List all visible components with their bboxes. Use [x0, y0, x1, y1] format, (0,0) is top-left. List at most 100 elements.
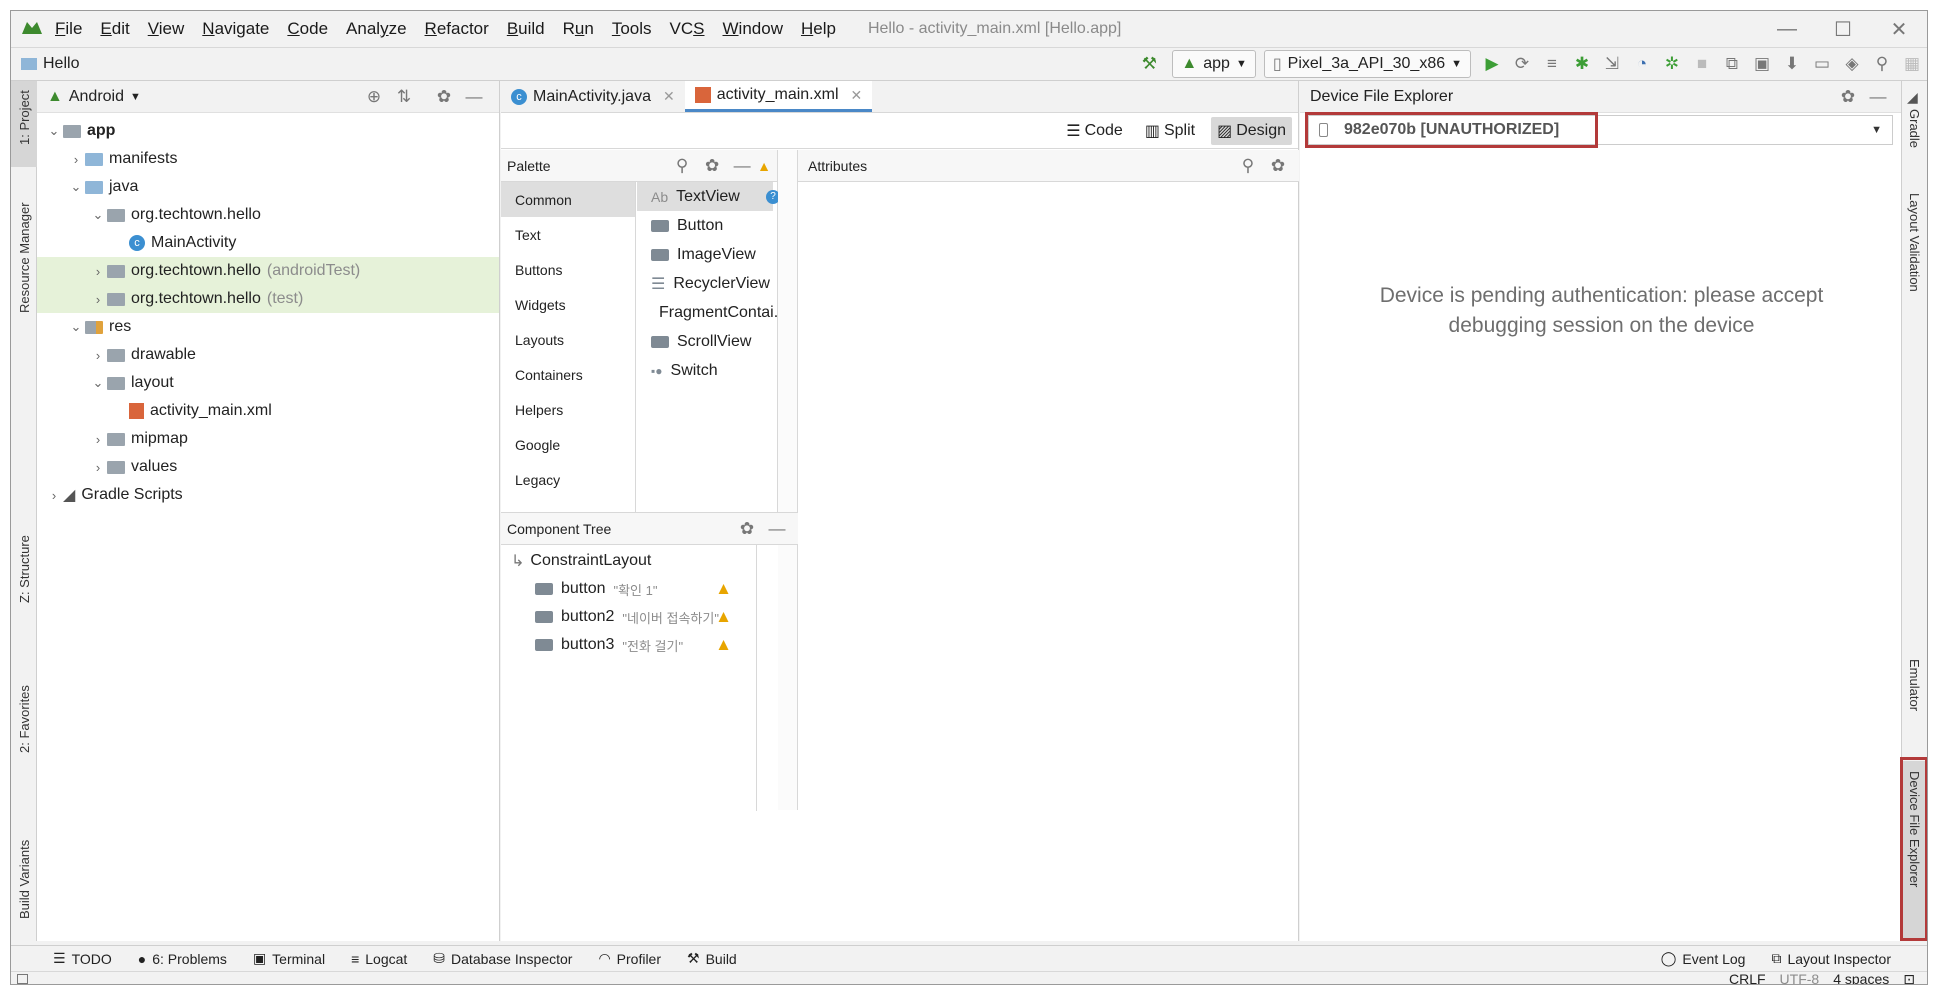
chevron-down-icon[interactable]: ⌄ [89, 207, 107, 223]
chevron-right-icon[interactable]: › [89, 264, 107, 279]
event-log-tab[interactable]: ◯ Event Log [1661, 950, 1746, 967]
file-encoding[interactable]: UTF-8 [1780, 971, 1820, 984]
view-mode-selector[interactable]: Android [69, 88, 124, 106]
tree-node[interactable]: › drawable [37, 341, 499, 369]
lock-icon[interactable]: ⊡ [1903, 971, 1915, 985]
menu-navigate[interactable]: Navigate [202, 19, 269, 39]
select-opened-file-icon[interactable]: ⊕ [363, 86, 385, 108]
stop-icon[interactable]: ■ [1691, 53, 1713, 75]
chevron-right-icon[interactable]: › [67, 152, 85, 167]
account-icon[interactable]: ▦ [1901, 53, 1923, 75]
palette-category[interactable]: Buttons [501, 252, 635, 287]
search-icon[interactable]: ⚲ [1871, 53, 1893, 75]
apply-changes-icon[interactable]: ⟳ [1511, 53, 1533, 75]
sync-gradle-icon[interactable]: ⧉ [1721, 53, 1743, 75]
maximize-button[interactable]: ☐ [1815, 11, 1871, 47]
chevron-down-icon[interactable]: ⌄ [45, 123, 63, 139]
component-item[interactable]: button2 "네이버 접속하기" ▲ [501, 603, 756, 631]
menu-code[interactable]: Code [287, 19, 328, 39]
indent-setting[interactable]: 4 spaces [1833, 971, 1889, 984]
palette-widget[interactable]: ScrollView [637, 327, 773, 356]
tab-main-activity[interactable]: c MainActivity.java ✕ [501, 81, 685, 112]
design-mode-button[interactable]: ▨ Design [1211, 116, 1292, 145]
run-icon[interactable]: ▶ [1481, 53, 1503, 75]
layout-validation-tab[interactable]: Layout Validation [1907, 193, 1922, 292]
menu-tools[interactable]: Tools [612, 19, 652, 39]
profile-icon[interactable]: ◔ [1631, 53, 1653, 75]
palette-category[interactable]: Google [501, 427, 635, 462]
chevron-right-icon[interactable]: › [89, 432, 107, 447]
resource-manager-tab[interactable]: Resource Manager [17, 202, 32, 313]
tree-node[interactable]: ⌄ layout [37, 369, 499, 397]
component-item[interactable]: button3 "전화 걸기" ▲ [501, 631, 756, 659]
emulator-tab[interactable]: Emulator [1907, 659, 1922, 711]
database-inspector-tab[interactable]: ⛁ Database Inspector [433, 950, 572, 967]
problems-tab[interactable]: ● 6: Problems [138, 951, 227, 967]
chevron-right-icon[interactable]: › [89, 460, 107, 475]
tree-node[interactable]: ⌄ org.techtown.hello [37, 201, 499, 229]
make-project-hammer-icon[interactable]: ⚒ [1138, 53, 1160, 75]
palette-widget[interactable]: Button [637, 211, 773, 240]
close-tab-icon[interactable]: ✕ [851, 87, 863, 104]
device-manager-icon[interactable]: ▭ [1811, 53, 1833, 75]
run-config-selector[interactable]: ▲ app ▼ [1172, 50, 1256, 78]
tool-windows-toggle-icon[interactable] [17, 974, 28, 984]
todo-tab[interactable]: ☰ TODO [53, 950, 112, 967]
gear-icon[interactable]: ✿ [1837, 86, 1859, 108]
chevron-right-icon[interactable]: › [89, 292, 107, 307]
chevron-down-icon[interactable]: ⌄ [89, 375, 107, 391]
menu-file[interactable]: File [55, 19, 82, 39]
profiler-tab[interactable]: ◠ Profiler [598, 950, 661, 967]
gradle-tab[interactable]: Gradle [1907, 109, 1922, 148]
split-mode-button[interactable]: ▥ Split [1139, 117, 1201, 145]
hide-panel-icon[interactable]: — [766, 518, 788, 540]
warning-icon[interactable]: ▲ [715, 635, 732, 655]
tree-node[interactable]: activity_main.xml [37, 397, 499, 425]
tree-node[interactable]: ⌄ java [37, 173, 499, 201]
sdk-manager-icon[interactable]: ⬇ [1781, 53, 1803, 75]
close-window-button[interactable]: ✕ [1871, 11, 1927, 47]
gear-icon[interactable]: ✿ [736, 518, 758, 540]
palette-category[interactable]: Layouts [501, 322, 635, 357]
menu-edit[interactable]: Edit [100, 19, 129, 39]
palette-widget[interactable]: ▪● Switch [637, 356, 773, 385]
tree-node[interactable]: › org.techtown.hello (test) [37, 285, 499, 313]
avd-manager-icon[interactable]: ▣ [1751, 53, 1773, 75]
menu-refactor[interactable]: Refactor [425, 19, 489, 39]
warning-icon[interactable]: ▲ [715, 607, 732, 627]
gear-icon[interactable]: ✿ [1267, 155, 1289, 177]
menu-build[interactable]: Build [507, 19, 545, 39]
hide-panel-icon[interactable]: — [1867, 86, 1889, 108]
chevron-right-icon[interactable]: › [45, 488, 63, 503]
menu-vcs[interactable]: VCS [670, 19, 705, 39]
hide-panel-icon[interactable]: — [731, 155, 753, 177]
palette-widget[interactable]: ☰ RecyclerView [637, 269, 773, 298]
chevron-down-icon[interactable]: ⌄ [67, 179, 85, 195]
tree-node[interactable]: › org.techtown.hello (androidTest) [37, 257, 499, 285]
hide-panel-icon[interactable]: — [463, 86, 485, 108]
line-separator[interactable]: CRLF [1729, 971, 1766, 984]
minimize-button[interactable]: — [1759, 11, 1815, 47]
palette-category[interactable]: Widgets [501, 287, 635, 322]
tree-node[interactable]: › values [37, 453, 499, 481]
search-icon[interactable]: ⚲ [671, 155, 693, 177]
build-tab[interactable]: ⚒ Build [687, 950, 737, 967]
tree-node[interactable]: › ◢ Gradle Scripts [37, 481, 499, 509]
palette-widget[interactable]: Ab TextView [637, 182, 773, 211]
palette-category[interactable]: Text [501, 217, 635, 252]
tree-node[interactable]: › manifests [37, 145, 499, 173]
menu-analyze[interactable]: Analyze [346, 19, 407, 39]
menu-run[interactable]: Run [563, 19, 594, 39]
layout-inspector-tab[interactable]: ⧉ Layout Inspector [1771, 950, 1891, 967]
project-tool-label[interactable]: 1: Project [17, 90, 32, 145]
palette-category[interactable]: Legacy [501, 462, 635, 497]
terminal-tab[interactable]: ▣ Terminal [253, 950, 325, 967]
collapse-all-icon[interactable]: ⇅ [393, 86, 415, 108]
palette-category[interactable]: Common [501, 182, 635, 217]
device-selector[interactable]: ▯ Pixel_3a_API_30_x86 ▼ [1263, 50, 1471, 78]
tree-node[interactable]: ⌄ res [37, 313, 499, 341]
gear-icon[interactable]: ✿ [701, 155, 723, 177]
debug-icon[interactable]: ✱ [1571, 53, 1593, 75]
run-with-coverage-icon[interactable]: ✲ [1661, 53, 1683, 75]
close-tab-icon[interactable]: ✕ [663, 88, 675, 105]
